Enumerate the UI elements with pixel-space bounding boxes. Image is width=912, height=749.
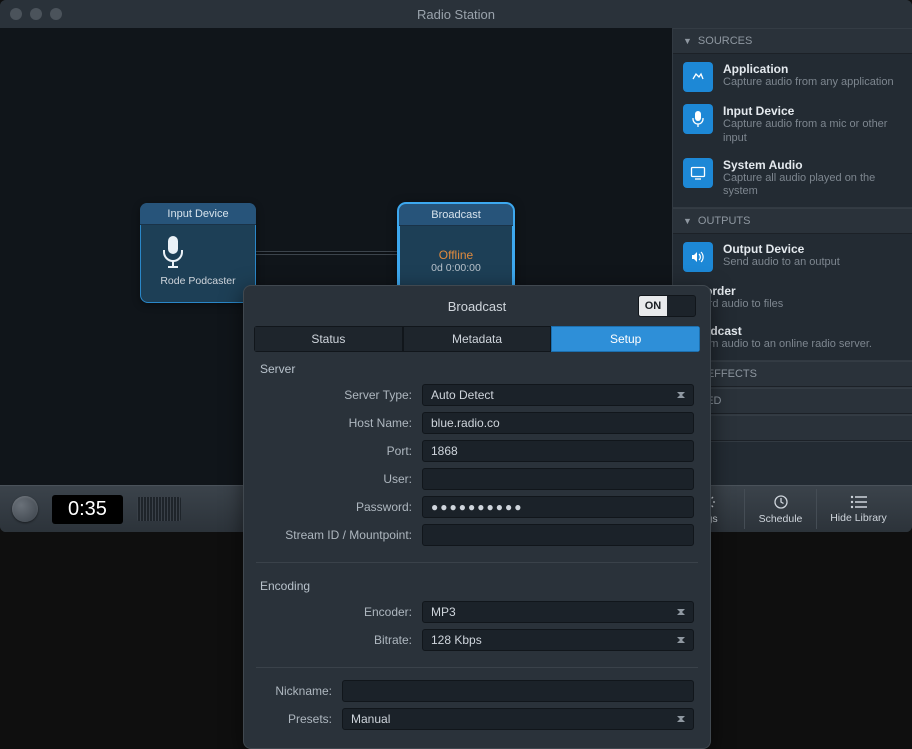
host-input[interactable]: blue.radio.co: [422, 412, 694, 434]
password-input[interactable]: ●●●●●●●●●●: [422, 496, 694, 518]
output-recorder[interactable]: RecorderRecord audio to files: [683, 282, 902, 314]
broadcast-toggle[interactable]: ON: [638, 295, 696, 317]
encoder-select[interactable]: MP3: [422, 601, 694, 623]
presets-select[interactable]: Manual: [342, 708, 694, 730]
clock-icon: [773, 494, 789, 510]
bitrate-select[interactable]: 128 Kbps: [422, 629, 694, 651]
port-input[interactable]: 1868: [422, 440, 694, 462]
app-icon: [683, 62, 713, 92]
chevron-down-icon: ▼: [683, 36, 692, 46]
source-application[interactable]: ApplicationCapture audio from any applic…: [683, 60, 902, 94]
source-system-audio[interactable]: System AudioCapture all audio played on …: [683, 156, 902, 202]
server-type-select[interactable]: Auto Detect: [422, 384, 694, 406]
node-status: Offline: [431, 248, 481, 262]
elapsed-time: 0:35: [52, 495, 123, 524]
speaker-icon: [683, 242, 713, 272]
node-header: Input Device: [140, 203, 256, 225]
node-input-device[interactable]: Input Device Rode Podcaster: [140, 203, 256, 303]
titlebar: Radio Station: [0, 0, 912, 28]
section-sources[interactable]: ▼SOURCES: [673, 28, 912, 54]
record-button[interactable]: [12, 496, 38, 522]
tab-status[interactable]: Status: [254, 326, 403, 352]
tab-setup[interactable]: Setup: [551, 326, 700, 352]
broadcast-popover: Broadcast ON Status Metadata Setup Serve…: [243, 285, 711, 749]
output-device[interactable]: Output DeviceSend audio to an output: [683, 240, 902, 274]
mic-icon: [160, 235, 186, 269]
source-input-device[interactable]: Input DeviceCapture audio from a mic or …: [683, 102, 902, 148]
mic-icon: [683, 104, 713, 134]
encoding-heading: Encoding: [260, 579, 694, 593]
monitor-icon: [683, 158, 713, 188]
schedule-button[interactable]: Schedule: [744, 489, 816, 529]
tab-metadata[interactable]: Metadata: [403, 326, 552, 352]
node-header: Broadcast: [399, 204, 513, 226]
connection-wire: [252, 251, 400, 255]
chevron-down-icon: ▼: [683, 216, 692, 226]
hide-library-button[interactable]: Hide Library: [816, 489, 900, 529]
mountpoint-input[interactable]: [422, 524, 694, 546]
nickname-input[interactable]: [342, 680, 694, 702]
node-time: 0d 0:00:00: [431, 262, 481, 274]
list-icon: [850, 495, 868, 509]
user-input[interactable]: [422, 468, 694, 490]
output-broadcast[interactable]: BroadcastStream audio to an online radio…: [683, 322, 902, 354]
section-outputs[interactable]: ▼OUTPUTS: [673, 208, 912, 234]
node-label: Rode Podcaster: [160, 275, 235, 287]
popover-tabs: Status Metadata Setup: [254, 326, 700, 352]
window-title: Radio Station: [0, 7, 912, 22]
server-heading: Server: [260, 362, 694, 376]
level-meter: [137, 497, 181, 521]
